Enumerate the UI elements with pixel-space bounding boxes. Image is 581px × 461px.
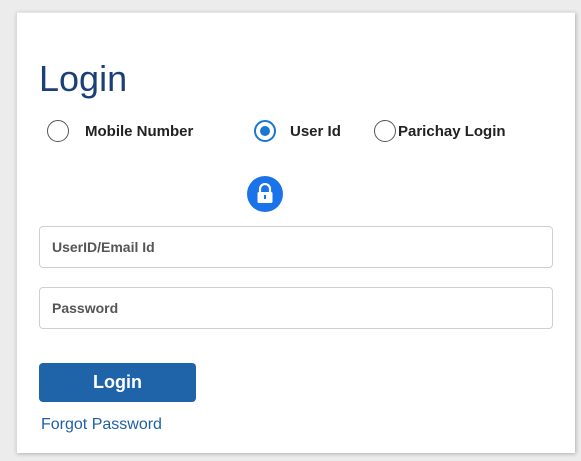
radio-parichay-login-label: Parichay Login [398, 122, 506, 140]
login-card: Login Mobile Number User Id Parichay Log… [16, 12, 575, 453]
forgot-password-link[interactable]: Forgot Password [41, 416, 162, 434]
radio-mobile-number[interactable]: Mobile Number [47, 118, 193, 144]
radio-mobile-number-circle[interactable] [47, 120, 69, 142]
userid-email-input[interactable] [39, 226, 553, 268]
page-title: Login [39, 58, 128, 99]
radio-mobile-number-label: Mobile Number [85, 122, 194, 140]
lock-icon-glyph [257, 183, 273, 203]
radio-parichay-login-circle[interactable] [374, 120, 396, 142]
radio-user-id-label: User Id [290, 122, 341, 140]
radio-user-id[interactable]: User Id [254, 118, 341, 144]
password-input[interactable] [39, 287, 553, 329]
radio-user-id-circle[interactable] [254, 120, 276, 142]
lock-icon [247, 176, 283, 212]
login-button[interactable]: Login [39, 363, 196, 402]
login-type-radio-group: Mobile Number User Id Parichay Login [47, 118, 567, 144]
radio-parichay-login[interactable]: Parichay Login [374, 118, 506, 144]
